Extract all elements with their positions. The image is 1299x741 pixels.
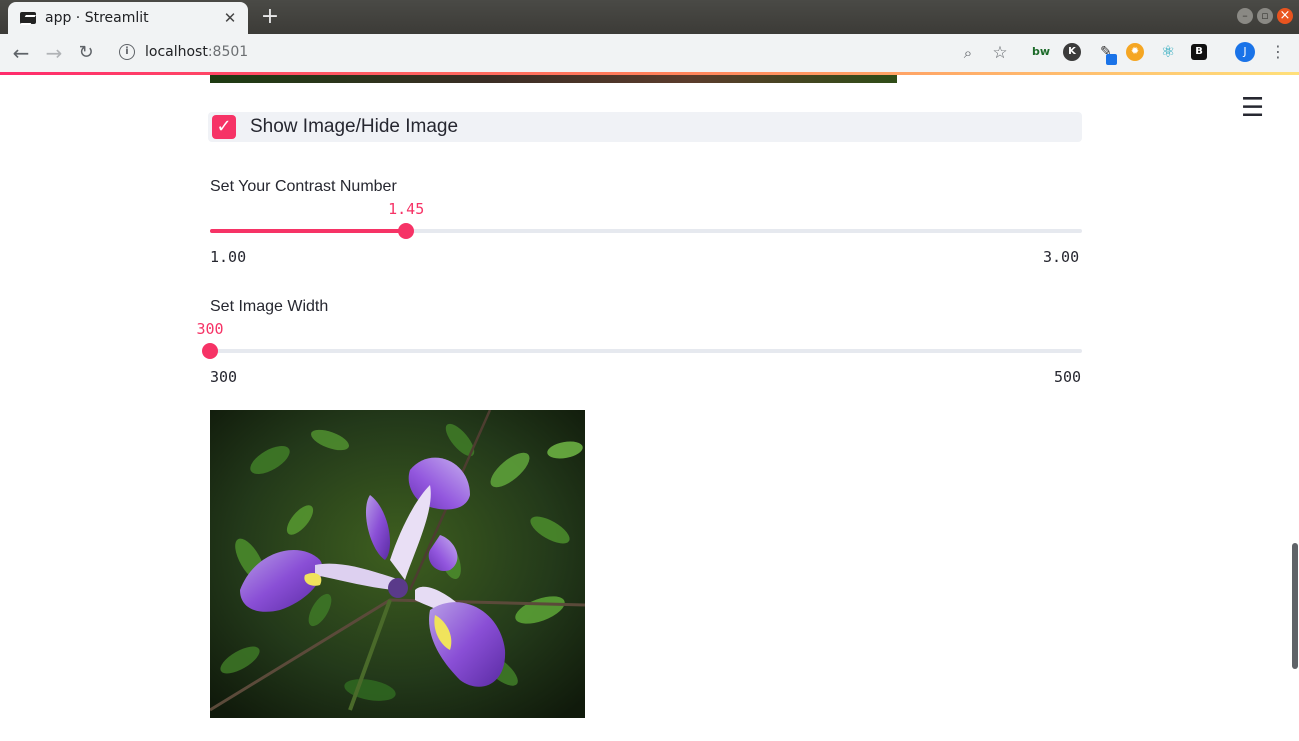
hamburger-menu-icon[interactable]: ☰	[1241, 95, 1264, 121]
width-slider-value: 300	[196, 320, 224, 338]
streamlit-favicon-icon	[20, 12, 36, 24]
k-extension-icon[interactable]: K	[1063, 43, 1081, 61]
contrast-slider-value: 1.45	[388, 200, 425, 218]
extension-badge-icon	[1106, 54, 1117, 65]
new-tab-button[interactable]: +	[258, 4, 282, 29]
contrast-slider-label: Set Your Contrast Number	[210, 178, 397, 195]
address-bar[interactable]: i localhost:8501	[108, 37, 1008, 67]
iris-flower-image	[210, 410, 585, 718]
checkbox-checked-icon[interactable]: ✓	[212, 115, 236, 139]
width-slider-track[interactable]	[202, 343, 1082, 359]
b-extension-icon[interactable]: B	[1191, 44, 1207, 60]
contrast-slider-max: 3.00	[1043, 248, 1080, 266]
width-slider-thumb[interactable]	[202, 343, 218, 359]
contrast-slider-track[interactable]	[210, 223, 1082, 239]
tab-title: app · Streamlit	[45, 10, 149, 26]
width-slider-min: 300	[210, 368, 238, 386]
contrast-slider-thumb[interactable]	[398, 223, 415, 239]
profile-avatar[interactable]: J	[1235, 42, 1255, 62]
react-extension-icon[interactable]: ⚛	[1159, 43, 1177, 61]
back-button[interactable]: ←	[8, 40, 34, 66]
width-slider-max: 500	[1054, 368, 1082, 386]
browser-tab-strip: app · Streamlit ✕ +	[0, 0, 1299, 34]
width-slider-label: Set Image Width	[210, 298, 329, 315]
forward-button[interactable]: →	[41, 40, 67, 66]
contrast-slider-fill	[210, 229, 407, 233]
contrast-slider-min: 1.00	[210, 248, 247, 266]
window-maximize-button[interactable]	[1257, 8, 1273, 24]
tab-close-icon[interactable]: ✕	[220, 9, 240, 27]
browser-tab[interactable]: app · Streamlit ✕	[8, 2, 248, 34]
url-host: localhost	[145, 44, 208, 60]
page-scrollbar[interactable]	[1292, 543, 1298, 669]
bookmark-star-icon[interactable]: ☆	[990, 43, 1010, 63]
browser-toolbar: ← → ↻ i localhost:8501 ⌕ ☆ bw K ✎ ✹ ⚛ B …	[0, 34, 1299, 72]
site-info-icon[interactable]: i	[119, 44, 135, 60]
zoom-icon[interactable]: ⌕	[958, 43, 978, 63]
bw-extension-icon[interactable]: bw	[1030, 43, 1052, 61]
previous-image-bottom-edge	[210, 75, 897, 83]
browser-menu-icon[interactable]: ⋮	[1270, 42, 1286, 61]
show-image-checkbox[interactable]: ✓ Show Image/Hide Image	[208, 112, 1082, 142]
window-minimize-button[interactable]	[1237, 8, 1253, 24]
orange-extension-icon[interactable]: ✹	[1126, 43, 1144, 61]
window-close-button[interactable]	[1277, 8, 1293, 24]
window-controls	[1237, 8, 1293, 24]
checkbox-label: Show Image/Hide Image	[250, 116, 459, 137]
reload-button[interactable]: ↻	[73, 40, 99, 66]
url-port: :8501	[207, 44, 249, 60]
